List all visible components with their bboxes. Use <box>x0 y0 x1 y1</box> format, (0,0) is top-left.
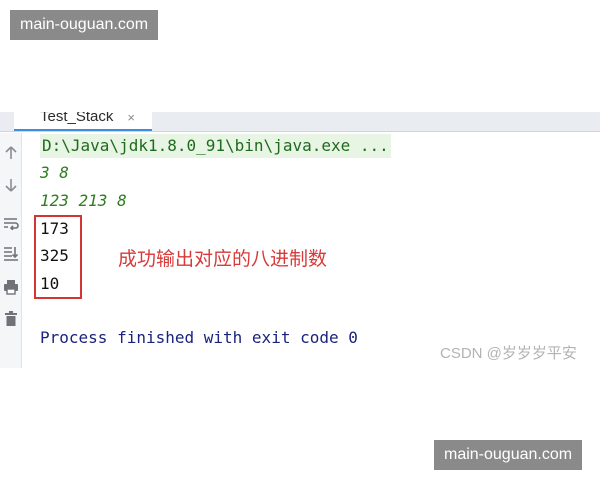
input-line-2: 123 213 8 <box>40 191 127 210</box>
input-line-1: 3 8 <box>40 163 69 182</box>
tab-test-stack[interactable]: Test_Stack × <box>14 112 152 131</box>
csdn-watermark: CSDN @岁岁岁平安 <box>440 345 577 362</box>
arrow-down-icon[interactable] <box>0 175 22 195</box>
highlight-box <box>34 215 82 299</box>
annotation-text: 成功输出对应的八进制数 <box>118 248 328 270</box>
close-icon[interactable]: × <box>127 112 135 125</box>
command-line: D:\Java\jdk1.8.0_91\bin\java.exe ... <box>40 134 391 158</box>
soft-wrap-icon[interactable] <box>0 213 22 233</box>
tab-bar: Test_Stack × <box>0 112 600 132</box>
console-toolbar <box>0 133 22 368</box>
arrow-up-icon[interactable] <box>0 143 22 163</box>
run-console-panel: Test_Stack × D:\Java\jdk1.8.0_91\bin\jav… <box>0 112 600 368</box>
watermark-top: main-ouguan.com <box>10 10 159 40</box>
scroll-to-end-icon[interactable] <box>0 243 22 263</box>
print-icon[interactable] <box>0 277 22 297</box>
tab-label: Test_Stack <box>40 112 114 125</box>
trash-icon[interactable] <box>0 309 22 329</box>
watermark-bottom: main-ouguan.com <box>434 440 583 470</box>
process-finished-line: Process finished with exit code 0 <box>40 328 358 347</box>
